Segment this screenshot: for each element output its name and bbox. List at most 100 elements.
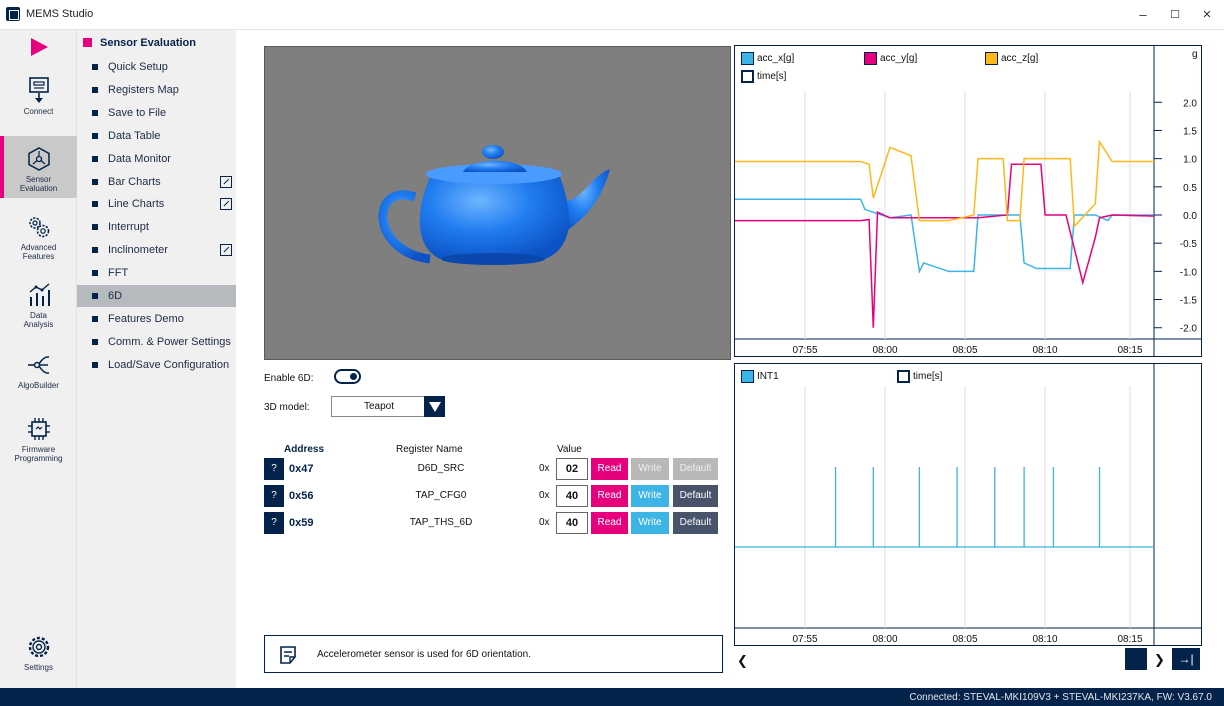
register-name: TAP_THS_6D xyxy=(409,517,473,528)
default-button[interactable]: Default xyxy=(673,485,718,507)
series-line-acc-y-g- xyxy=(735,163,1155,328)
register-row: ? 0x59 TAP_THS_6D 0x 40 Read Write Default xyxy=(236,512,731,536)
read-button[interactable]: Read xyxy=(591,458,628,480)
menu-item-6d[interactable]: 6D xyxy=(77,285,236,307)
menu-item-save-to-file[interactable]: Save to File xyxy=(77,102,236,124)
menu-item-label: Registers Map xyxy=(108,83,179,96)
register-value-input[interactable]: 40 xyxy=(556,512,588,534)
register-value-input[interactable]: 40 xyxy=(556,485,588,507)
menu-item-data-table[interactable]: Data Table xyxy=(77,125,236,147)
note-icon xyxy=(280,646,296,664)
hex-prefix: 0x xyxy=(539,517,550,528)
menu-item-label: Bar Charts xyxy=(108,175,161,188)
info-text: Accelerometer sensor is used for 6D orie… xyxy=(317,649,531,660)
icon-sidebar: Connect Sensor Evaluation Advanced Featu… xyxy=(0,30,77,688)
menu-header-label: Sensor Evaluation xyxy=(100,37,196,49)
info-message-box: Accelerometer sensor is used for 6D orie… xyxy=(264,635,723,673)
write-button[interactable]: Write xyxy=(631,485,669,507)
bullet-icon xyxy=(92,109,98,116)
menu-item-bar-charts[interactable]: Bar Charts xyxy=(77,171,236,193)
nav-settings[interactable]: Settings xyxy=(0,634,77,680)
nav-advanced-features[interactable]: Advanced Features xyxy=(0,214,77,266)
series-line-acc-x-g- xyxy=(735,198,1154,274)
x-tick-label: 08:00 xyxy=(872,345,897,356)
menu-item-comm-power-settings[interactable]: Comm. & Power Settings xyxy=(77,331,236,353)
open-external-icon[interactable] xyxy=(220,175,232,188)
register-help-button[interactable]: ? xyxy=(264,458,284,480)
bullet-icon xyxy=(92,201,98,208)
menu-item-load-save-configuration[interactable]: Load/Save Configuration xyxy=(77,354,236,376)
default-button[interactable]: Default xyxy=(673,512,718,534)
scroll-left-icon[interactable]: ❮ xyxy=(737,653,748,669)
open-external-icon[interactable] xyxy=(220,198,232,211)
nav-firmware-label-1: Firmware xyxy=(21,445,56,454)
nav-advanced-label-1: Advanced xyxy=(20,243,57,252)
analysis-chart-icon xyxy=(29,283,50,306)
x-tick-label: 08:15 xyxy=(1117,634,1142,645)
3d-model-select[interactable]: Teapot xyxy=(331,396,445,417)
value-header: Value xyxy=(557,444,582,455)
minimize-button[interactable]: – xyxy=(1128,4,1158,26)
read-button[interactable]: Read xyxy=(591,485,628,507)
nav-data-label-2: Analysis xyxy=(23,320,54,329)
enable-6d-label: Enable 6D: xyxy=(264,373,314,384)
menu-item-registers-map[interactable]: Registers Map xyxy=(77,79,236,101)
menu-item-data-monitor[interactable]: Data Monitor xyxy=(77,148,236,170)
open-external-icon[interactable] xyxy=(220,244,232,257)
menu-item-label: Comm. & Power Settings xyxy=(108,335,231,348)
register-help-button[interactable]: ? xyxy=(264,512,284,534)
write-button[interactable]: Write xyxy=(631,512,669,534)
menu-item-interrupt[interactable]: Interrupt xyxy=(77,216,236,238)
close-button[interactable]: ✕ xyxy=(1192,4,1222,26)
menu-item-label: Load/Save Configuration xyxy=(108,358,230,371)
teapot-icon xyxy=(378,145,610,265)
int-plot: 07:55 08:00 08:05 08:10 08:15 xyxy=(735,364,1201,645)
nav-algobuilder[interactable]: AlgoBuilder xyxy=(0,352,77,398)
menu-item-label: Line Charts xyxy=(108,198,165,211)
play-button[interactable] xyxy=(0,36,77,60)
bullet-icon xyxy=(92,155,98,162)
default-button[interactable]: Default xyxy=(673,458,718,480)
menu-item-fft[interactable]: FFT xyxy=(77,262,236,284)
nav-settings-label: Settings xyxy=(24,663,53,672)
register-value-input[interactable]: 02 xyxy=(556,458,588,480)
bullet-icon xyxy=(92,361,98,368)
register-help-button[interactable]: ? xyxy=(264,485,284,507)
bullet-icon xyxy=(92,293,98,299)
bullet-icon xyxy=(92,315,98,322)
y-tick-label: -0.5 xyxy=(1180,239,1198,250)
maximize-button[interactable]: ☐ xyxy=(1160,4,1190,26)
write-button[interactable]: Write xyxy=(631,458,669,480)
nav-data-analysis[interactable]: Data Analysis xyxy=(0,282,77,334)
menu-item-label: Inclinometer xyxy=(108,244,168,257)
enable-6d-toggle[interactable] xyxy=(334,369,361,384)
x-tick-label: 08:00 xyxy=(872,634,897,645)
x-tick-label: 08:10 xyxy=(1032,345,1057,356)
scroll-to-end-button[interactable]: →| xyxy=(1172,648,1200,670)
3d-model-label: 3D model: xyxy=(264,402,310,413)
menu-item-features-demo[interactable]: Features Demo xyxy=(77,308,236,330)
scroll-right-icon[interactable]: ❯ xyxy=(1154,652,1165,668)
read-button[interactable]: Read xyxy=(591,512,628,534)
menu-item-label: FFT xyxy=(108,267,129,280)
x-tick-label: 07:55 xyxy=(792,634,817,645)
register-row: ? 0x56 TAP_CFG0 0x 40 Read Write Default xyxy=(236,485,731,509)
menu-item-inclinometer[interactable]: Inclinometer xyxy=(77,239,236,261)
connect-icon xyxy=(28,77,49,103)
menu-item-label: Data Table xyxy=(108,129,161,142)
menu-item-line-charts[interactable]: Line Charts xyxy=(77,193,236,215)
register-name: TAP_CFG0 xyxy=(415,490,467,501)
accelerometer-chart[interactable]: acc_x[g] acc_y[g] acc_z[g] time[s] g 07:… xyxy=(734,45,1202,357)
acc-plot: 07:55 08:00 08:05 08:10 08:15 2.0 1.5 1.0 0.5 0.0… xyxy=(735,46,1201,356)
3d-view[interactable] xyxy=(264,46,731,360)
settings-gear-icon xyxy=(28,636,49,658)
scroll-thumb[interactable] xyxy=(1125,648,1147,670)
y-tick-label: -1.5 xyxy=(1180,296,1198,307)
x-tick-label: 08:05 xyxy=(952,634,977,645)
nav-connect[interactable]: Connect xyxy=(0,76,77,128)
menu-item-quick-setup[interactable]: Quick Setup xyxy=(77,56,236,78)
bullet-icon xyxy=(92,270,98,277)
nav-sensor-evaluation[interactable]: Sensor Evaluation xyxy=(0,136,77,198)
interrupt-chart[interactable]: INT1 time[s] 07:55 08:00 08:05 08:10 08:15 xyxy=(734,363,1202,646)
nav-firmware-programming[interactable]: Firmware Programming xyxy=(0,416,77,468)
